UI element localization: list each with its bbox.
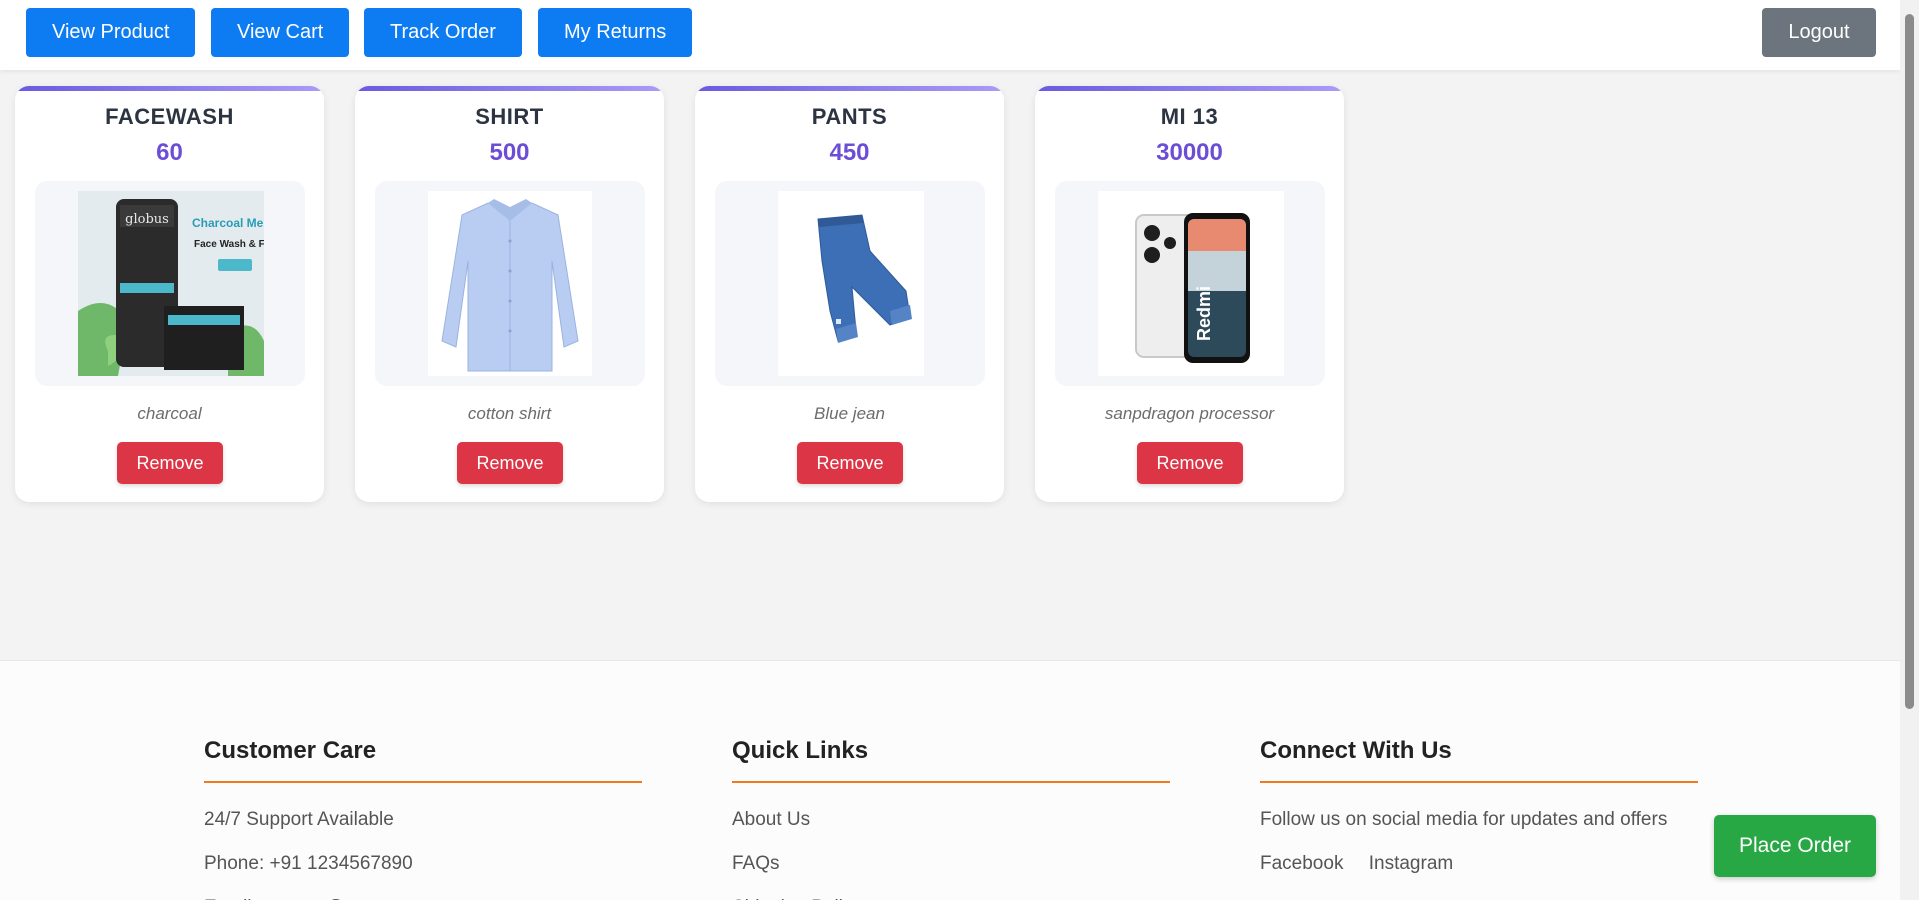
footer-link-shipping-policy[interactable]: Shipping Policy (732, 891, 1170, 900)
product-name: PANTS (811, 104, 888, 129)
footer-text: Email: support@yourstore.com (204, 891, 642, 900)
my-returns-button[interactable]: My Returns (538, 8, 693, 57)
product-price: 30000 (1156, 139, 1223, 166)
remove-button[interactable]: Remove (117, 442, 223, 484)
track-order-button[interactable]: Track Order (364, 8, 522, 57)
product-image-frame (715, 181, 985, 386)
footer-text: Phone: +91 1234567890 (204, 853, 413, 874)
site-footer: Customer Care 24/7 Support Available Pho… (0, 660, 1900, 900)
page-scrollbar[interactable] (1900, 0, 1919, 900)
facewash-product-image: globus Charcoal Men Face Wash & Facial K… (78, 191, 264, 376)
footer-text: Follow us on social media for updates an… (1260, 809, 1668, 830)
footer-heading: Quick Links (732, 737, 1170, 783)
instagram-link[interactable]: Instagram (1369, 853, 1453, 874)
card-accent-bar (695, 86, 1004, 91)
phone-product-image: Redmi (1098, 191, 1284, 376)
card-accent-bar (355, 86, 664, 91)
view-product-button[interactable]: View Product (26, 8, 196, 57)
product-image-frame (375, 181, 645, 386)
footer-customer-care: Customer Care 24/7 Support Available Pho… (204, 737, 642, 900)
card-accent-bar (1035, 86, 1344, 91)
remove-button[interactable]: Remove (797, 442, 903, 484)
facebook-link[interactable]: Facebook (1260, 853, 1343, 874)
product-price: 450 (829, 139, 870, 166)
facewash-headline-text: Charcoal Men (192, 216, 264, 230)
jeans-product-image (778, 191, 924, 376)
shirt-product-image (428, 191, 592, 376)
product-image-frame: globus Charcoal Men Face Wash & Facial K… (35, 181, 305, 386)
footer-text: 24/7 Support Available (204, 809, 394, 830)
footer-connect: Connect With Us Follow us on social medi… (1260, 737, 1698, 880)
remove-button[interactable]: Remove (1137, 442, 1243, 484)
product-description: sanpdragon processor (1104, 404, 1275, 423)
cart-item-card: SHIRT 500 cotton shirt Remove (355, 86, 664, 502)
product-price: 60 (156, 139, 183, 166)
product-description: cotton shirt (467, 404, 552, 423)
cart-items-grid: FACEWASH 60 globus Charcoal Men Face Was… (15, 86, 1344, 502)
footer-quick-links: Quick Links About Us FAQs Shipping Polic… (732, 737, 1170, 900)
place-order-button[interactable]: Place Order (1714, 815, 1876, 877)
cart-item-card: FACEWASH 60 globus Charcoal Men Face Was… (15, 86, 324, 502)
footer-heading: Connect With Us (1260, 737, 1698, 783)
remove-button[interactable]: Remove (457, 442, 563, 484)
phone-brand-text: Redmi (1194, 286, 1214, 341)
footer-link-faqs[interactable]: FAQs (732, 847, 1170, 880)
facewash-subline-text: Face Wash & Facial Kit (194, 239, 264, 250)
product-description: charcoal (137, 404, 202, 423)
scrollbar-thumb[interactable] (1905, 14, 1914, 709)
product-price: 500 (489, 139, 530, 166)
product-description: Blue jean (814, 404, 885, 423)
cart-item-card: MI 13 30000 Redmi sanpdragon processor R… (1035, 86, 1344, 502)
product-name: FACEWASH (105, 104, 234, 129)
logout-button[interactable]: Logout (1762, 8, 1876, 57)
top-navbar: View Product View Cart Track Order My Re… (0, 0, 1900, 70)
footer-link-about-us[interactable]: About Us (732, 803, 1170, 836)
view-cart-button[interactable]: View Cart (211, 8, 350, 57)
card-accent-bar (15, 86, 324, 91)
cart-item-card: PANTS 450 Blue jean Remove (695, 86, 1004, 502)
product-image-frame: Redmi (1055, 181, 1325, 386)
facewash-brand-text: globus (125, 212, 169, 227)
product-name: MI 13 (1160, 104, 1219, 129)
product-name: SHIRT (475, 104, 544, 129)
footer-heading: Customer Care (204, 737, 642, 783)
